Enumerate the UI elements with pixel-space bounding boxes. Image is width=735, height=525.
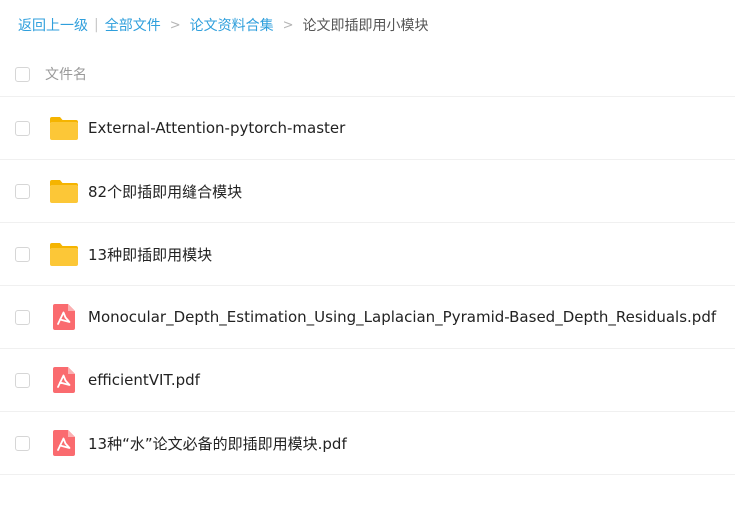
file-list: 文件名 External-Attention-pytorch-master 82…: [0, 52, 735, 475]
file-name[interactable]: 82个即插即用缝合模块: [88, 181, 242, 202]
breadcrumb-all-files[interactable]: 全部文件: [105, 15, 161, 35]
row-checkbox[interactable]: [15, 246, 30, 262]
file-name[interactable]: 13种即插即用模块: [88, 244, 212, 265]
file-row[interactable]: 13种“水”论文必备的即插即用模块.pdf: [0, 412, 735, 475]
file-name[interactable]: Monocular_Depth_Estimation_Using_Laplaci…: [88, 308, 716, 326]
breadcrumb-separator: >: [169, 17, 181, 33]
breadcrumb: 返回上一级 | 全部文件 > 论文资料合集 > 论文即插即用小模块: [18, 14, 429, 36]
breadcrumb-separator: >: [282, 17, 294, 33]
back-link[interactable]: 返回上一级: [18, 15, 88, 35]
pdf-icon: [48, 364, 80, 396]
file-name[interactable]: efficientVIT.pdf: [88, 371, 200, 389]
file-name[interactable]: External-Attention-pytorch-master: [88, 119, 345, 137]
folder-icon: [48, 175, 80, 207]
pdf-icon: [48, 301, 80, 333]
breadcrumb-current: 论文即插即用小模块: [302, 18, 429, 34]
row-checkbox[interactable]: [15, 309, 30, 325]
breadcrumb-folder-papers[interactable]: 论文资料合集: [190, 15, 274, 35]
column-header-filename: 文件名: [45, 67, 87, 83]
row-checkbox[interactable]: [15, 435, 30, 451]
file-row[interactable]: efficientVIT.pdf: [0, 349, 735, 412]
select-all-checkbox[interactable]: [15, 66, 30, 82]
file-list-header: 文件名: [0, 52, 735, 97]
file-name[interactable]: 13种“水”论文必备的即插即用模块.pdf: [88, 433, 347, 454]
file-row[interactable]: 82个即插即用缝合模块: [0, 160, 735, 223]
folder-icon: [48, 238, 80, 270]
breadcrumb-divider: |: [94, 17, 99, 33]
pdf-icon: [48, 427, 80, 459]
row-checkbox[interactable]: [15, 372, 30, 388]
file-row[interactable]: External-Attention-pytorch-master: [0, 97, 735, 160]
file-row[interactable]: 13种即插即用模块: [0, 223, 735, 286]
file-row[interactable]: Monocular_Depth_Estimation_Using_Laplaci…: [0, 286, 735, 349]
row-checkbox[interactable]: [15, 120, 30, 136]
folder-icon: [48, 112, 80, 144]
row-checkbox[interactable]: [15, 183, 30, 199]
